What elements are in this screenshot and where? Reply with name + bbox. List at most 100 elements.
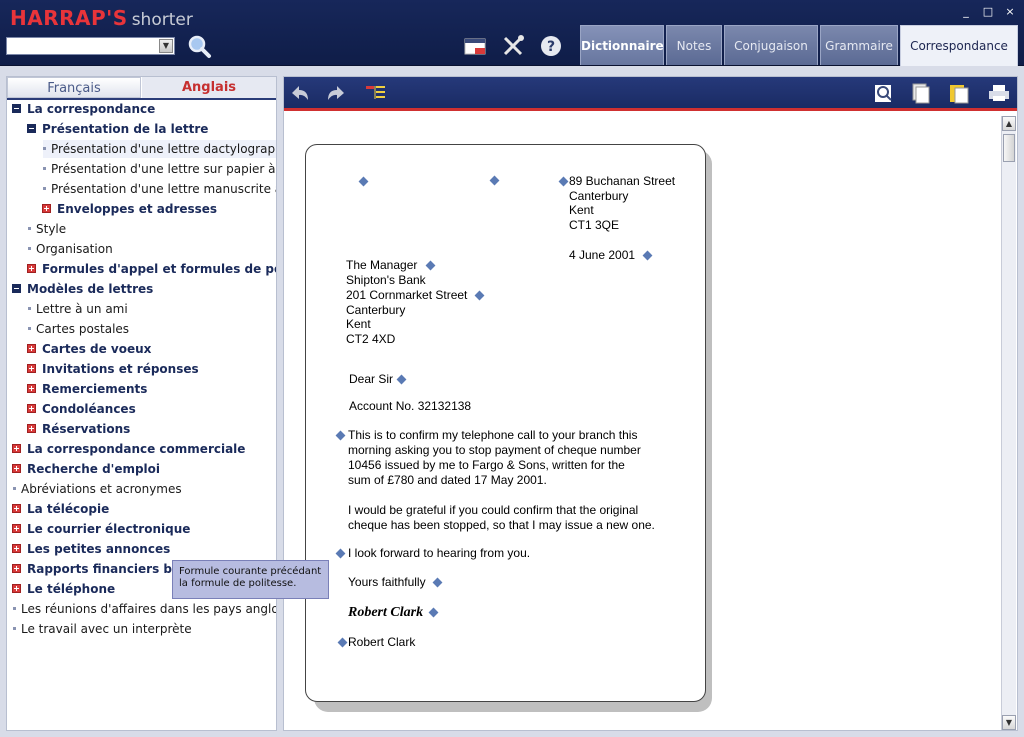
- outline-button[interactable]: [364, 82, 388, 104]
- marker-icon[interactable]: [396, 374, 407, 385]
- lang-tab-anglais[interactable]: Anglais: [142, 77, 276, 98]
- expand-icon[interactable]: [27, 384, 36, 393]
- tab-notes[interactable]: Notes: [666, 25, 722, 65]
- tree-item[interactable]: Abréviations et acronymes: [13, 480, 182, 498]
- tree-item[interactable]: Le travail avec un interprète: [13, 620, 192, 638]
- forward-button[interactable]: [324, 82, 348, 104]
- search-input[interactable]: [7, 38, 157, 54]
- tree-item[interactable]: Recherche d'emploi: [12, 460, 160, 478]
- content-toolbar: [284, 77, 1017, 111]
- recipient-address-line: 201 Cornmarket Street: [346, 288, 468, 302]
- expand-icon[interactable]: [27, 344, 36, 353]
- tree-item[interactable]: La télécopie: [12, 500, 109, 518]
- expand-icon[interactable]: [27, 364, 36, 373]
- marker-icon[interactable]: [428, 607, 439, 618]
- marker-icon[interactable]: [337, 637, 348, 648]
- tree-item[interactable]: Remerciements: [27, 380, 147, 398]
- tree-item[interactable]: Cartes postales: [28, 320, 129, 338]
- marker-icon[interactable]: [642, 250, 653, 261]
- zoom-page-icon: [875, 85, 892, 102]
- bullet-icon: [28, 247, 31, 250]
- tree-item[interactable]: Formules d'appel et formules de politess…: [27, 260, 276, 278]
- paste-button[interactable]: [947, 82, 971, 104]
- letter-date: 4 June 2001: [569, 248, 636, 262]
- tree-item[interactable]: Condoléances: [27, 400, 136, 418]
- tree-item[interactable]: Le téléphone: [12, 580, 115, 598]
- letter-view: 89 Buchanan Street Canterbury Kent CT1 3…: [284, 114, 1000, 730]
- tree-item[interactable]: Organisation: [28, 240, 113, 258]
- search-combobox[interactable]: ▼: [6, 37, 175, 55]
- print-button[interactable]: [987, 82, 1011, 104]
- expand-icon[interactable]: [12, 544, 21, 553]
- expand-icon[interactable]: [12, 584, 21, 593]
- paragraph-line: I would be grateful if you could confirm…: [348, 503, 639, 517]
- expand-icon[interactable]: [27, 404, 36, 413]
- tree-item[interactable]: La correspondance commerciale: [12, 440, 245, 458]
- search-button[interactable]: [186, 34, 212, 60]
- marker-icon[interactable]: [474, 290, 485, 301]
- tree-item[interactable]: Invitations et réponses: [27, 360, 199, 378]
- tree-item[interactable]: Présentation d'une lettre dactylographié…: [43, 140, 276, 158]
- printer-icon: [989, 85, 1009, 101]
- minimize-button[interactable]: _: [956, 4, 976, 20]
- tooltip-line: la formule de politesse.: [179, 578, 297, 589]
- marker-icon[interactable]: [558, 176, 569, 187]
- tree-item[interactable]: Les réunions d'affaires dans les pays an…: [13, 600, 276, 618]
- expand-icon[interactable]: [12, 504, 21, 513]
- back-button[interactable]: [288, 82, 312, 104]
- tree-item[interactable]: Enveloppes et adresses: [42, 200, 217, 218]
- tree-item[interactable]: Réservations: [27, 420, 130, 438]
- collapse-icon[interactable]: [12, 104, 21, 113]
- expand-icon[interactable]: [42, 204, 51, 213]
- collapse-icon[interactable]: [27, 124, 36, 133]
- tab-correspondance[interactable]: Correspondance: [900, 25, 1018, 66]
- expand-icon[interactable]: [12, 524, 21, 533]
- clipboard-icon: [950, 85, 969, 104]
- vertical-scrollbar[interactable]: ▲ ▼: [1001, 116, 1016, 730]
- tree-item[interactable]: Les petites annonces: [12, 540, 170, 558]
- tree-item[interactable]: Modèles de lettres: [12, 280, 153, 298]
- scroll-thumb[interactable]: [1003, 134, 1015, 162]
- tree-item[interactable]: Présentation d'une lettre manuscrite à u…: [43, 180, 276, 198]
- marker-icon[interactable]: [335, 430, 346, 441]
- help-button[interactable]: ?: [539, 34, 565, 58]
- tree-item[interactable]: Présentation d'une lettre sur papier à e…: [43, 160, 276, 178]
- tools-button[interactable]: [501, 34, 527, 58]
- marker-icon[interactable]: [432, 577, 443, 588]
- tab-dictionnaire[interactable]: Dictionnaire: [580, 25, 664, 65]
- collapse-icon[interactable]: [12, 284, 21, 293]
- lang-tab-francais[interactable]: Français: [7, 77, 141, 98]
- sender-address-line: Canterbury: [569, 189, 629, 203]
- expand-icon[interactable]: [27, 424, 36, 433]
- bullet-icon: [43, 167, 46, 170]
- paragraph-line: This is to confirm my telephone call to …: [348, 428, 638, 442]
- copy-button[interactable]: [908, 82, 932, 104]
- bullet-icon: [43, 147, 46, 150]
- scroll-up-button[interactable]: ▲: [1002, 116, 1016, 131]
- tree-item[interactable]: Lettre à un ami: [28, 300, 128, 318]
- tab-conjugaison[interactable]: Conjugaison: [724, 25, 818, 65]
- maximize-button[interactable]: □: [978, 4, 998, 20]
- app-logo: HARRAP'S shorter: [10, 6, 193, 30]
- expand-icon[interactable]: [12, 464, 21, 473]
- tree-item[interactable]: Présentation de la lettre: [27, 120, 208, 138]
- marker-icon[interactable]: [335, 548, 346, 559]
- scroll-down-button[interactable]: ▼: [1002, 715, 1016, 730]
- search-dropdown-button[interactable]: ▼: [159, 39, 173, 53]
- tree-item[interactable]: Le courrier électronique: [12, 520, 190, 538]
- tree-item[interactable]: La correspondance: [12, 100, 155, 118]
- close-button[interactable]: ×: [1000, 4, 1020, 20]
- expand-icon[interactable]: [12, 444, 21, 453]
- notes-window-button[interactable]: [463, 34, 489, 58]
- zoom-button[interactable]: [872, 82, 896, 104]
- marker-icon[interactable]: [425, 260, 436, 271]
- expand-icon[interactable]: [27, 264, 36, 273]
- recipient-address-line: Canterbury: [346, 303, 406, 317]
- marker-icon[interactable]: [489, 175, 500, 186]
- tab-grammaire[interactable]: Grammaire: [820, 25, 898, 65]
- expand-icon[interactable]: [12, 564, 21, 573]
- tree-item[interactable]: Cartes de voeux: [27, 340, 151, 358]
- marker-icon[interactable]: [358, 176, 369, 187]
- tree-item[interactable]: Style: [28, 220, 66, 238]
- help-icon: ?: [541, 36, 561, 56]
